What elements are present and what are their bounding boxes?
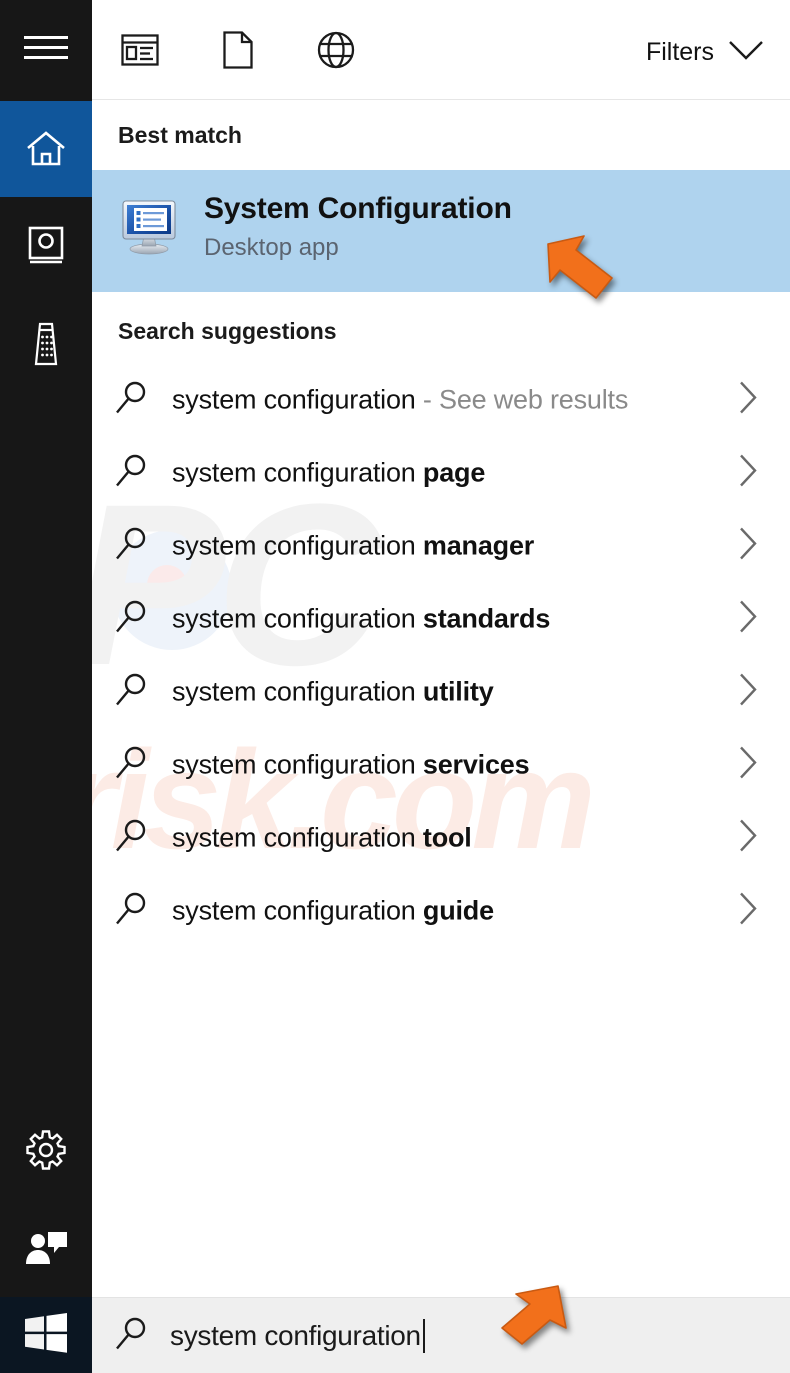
suggestion-label: system configuration page <box>172 457 485 488</box>
hamburger-icon <box>24 32 68 64</box>
notebook-icon <box>26 225 66 267</box>
best-match-header: Best match <box>118 122 242 149</box>
suggestion-keyword: tool <box>423 822 472 852</box>
search-input-bar[interactable]: system configuration <box>92 1297 790 1373</box>
best-match-title: System Configuration <box>204 192 512 226</box>
search-icon <box>114 890 150 931</box>
suggestion-row[interactable]: system configuration page <box>92 436 790 509</box>
suggestion-web-hint: - See web results <box>416 384 629 414</box>
suggestion-label: system configuration guide <box>172 895 494 926</box>
gear-icon <box>25 1129 67 1171</box>
best-match-row[interactable]: System Configuration Desktop app <box>92 170 790 292</box>
left-rail <box>0 0 92 1373</box>
device-icon <box>31 321 61 367</box>
text-caret <box>423 1319 425 1353</box>
chevron-right-icon[interactable] <box>738 671 758 712</box>
suggestion-row[interactable]: system configuration - See web results <box>92 363 790 436</box>
apps-panel-icon <box>121 34 159 71</box>
search-icon <box>114 598 150 639</box>
rail-item-notebook[interactable] <box>0 198 92 294</box>
suggestion-row[interactable]: system configuration standards <box>92 582 790 655</box>
search-input[interactable]: system configuration <box>170 1319 425 1353</box>
suggestion-keyword: services <box>423 749 530 779</box>
best-match-subtitle: Desktop app <box>204 234 512 262</box>
results-toolbar: Filters <box>92 0 790 100</box>
suggestion-label: system configuration standards <box>172 603 550 634</box>
filters-button[interactable]: Filters <box>646 30 764 74</box>
suggestion-row[interactable]: system configuration tool <box>92 801 790 874</box>
search-input-value: system configuration <box>170 1320 421 1352</box>
search-icon <box>114 525 150 566</box>
suggestion-keyword: manager <box>423 530 534 560</box>
suggestion-keyword: standards <box>423 603 550 633</box>
start-button[interactable] <box>0 1297 92 1373</box>
suggestion-label: system configuration tool <box>172 822 472 853</box>
chevron-right-icon[interactable] <box>738 379 758 420</box>
suggestion-label: system configuration - See web results <box>172 384 628 415</box>
suggestion-row[interactable]: system configuration guide <box>92 874 790 947</box>
search-overlay: PC risk.com <box>0 0 790 1373</box>
chevron-right-icon[interactable] <box>738 744 758 785</box>
search-icon <box>114 379 150 420</box>
rail-item-feedback[interactable] <box>0 1200 92 1296</box>
suggestion-row[interactable]: system configuration manager <box>92 509 790 582</box>
chevron-right-icon[interactable] <box>738 452 758 493</box>
chevron-right-icon[interactable] <box>738 598 758 639</box>
toolbar-web-button[interactable] <box>310 26 362 78</box>
chevron-down-icon <box>728 39 764 66</box>
rail-item-settings[interactable] <box>0 1102 92 1198</box>
suggestion-label: system configuration utility <box>172 676 494 707</box>
search-icon <box>114 1315 150 1356</box>
search-results-panel: PC risk.com <box>92 0 790 1373</box>
toolbar-documents-button[interactable] <box>212 26 264 78</box>
toolbar-apps-button[interactable] <box>114 26 166 78</box>
search-suggestions-header: Search suggestions <box>118 318 337 345</box>
suggestion-label: system configuration services <box>172 749 529 780</box>
search-icon <box>114 452 150 493</box>
rail-item-home[interactable] <box>0 101 92 197</box>
rail-item-device[interactable] <box>0 296 92 392</box>
chevron-right-icon[interactable] <box>738 890 758 931</box>
best-match-text: System Configuration Desktop app <box>204 192 512 262</box>
feedback-icon <box>24 1228 68 1268</box>
system-configuration-icon <box>118 194 180 256</box>
suggestion-row[interactable]: system configuration services <box>92 728 790 801</box>
home-icon <box>25 129 67 169</box>
rail-item-menu[interactable] <box>0 0 92 96</box>
search-icon <box>114 744 150 785</box>
suggestion-keyword: page <box>423 457 485 487</box>
filters-label: Filters <box>646 38 714 67</box>
suggestion-keyword: guide <box>423 895 494 925</box>
document-icon <box>223 31 253 74</box>
suggestion-keyword: utility <box>423 676 494 706</box>
search-icon <box>114 817 150 858</box>
windows-logo-icon <box>24 1312 68 1359</box>
chevron-right-icon[interactable] <box>738 525 758 566</box>
search-icon <box>114 671 150 712</box>
chevron-right-icon[interactable] <box>738 817 758 858</box>
globe-icon <box>317 31 355 74</box>
suggestion-row[interactable]: system configuration utility <box>92 655 790 728</box>
suggestion-label: system configuration manager <box>172 530 534 561</box>
